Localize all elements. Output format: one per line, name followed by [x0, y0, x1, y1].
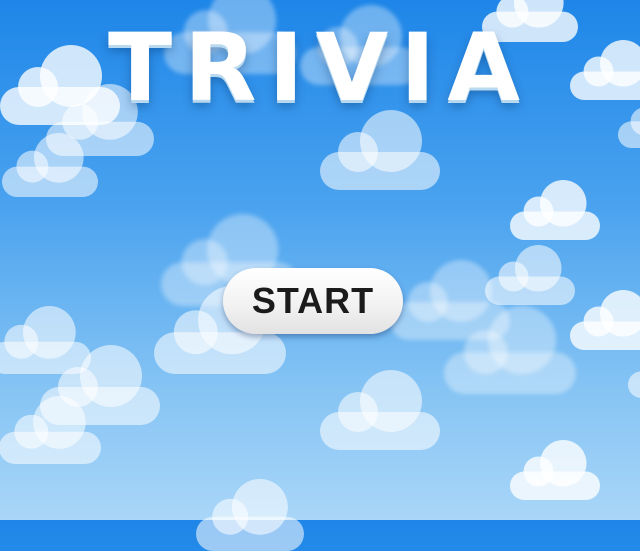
cloud-icon	[2, 133, 98, 197]
cloud-icon	[510, 180, 600, 240]
cloud-icon	[510, 440, 600, 500]
cloud-icon	[570, 290, 640, 350]
cloud-icon	[0, 396, 101, 464]
cloud-icon	[628, 342, 640, 398]
cloud-icon	[444, 306, 576, 394]
cloud-icon	[196, 479, 304, 551]
game-title: TRIVIA	[108, 14, 532, 123]
cloud-icon	[320, 370, 440, 450]
start-button[interactable]: START	[223, 268, 403, 334]
